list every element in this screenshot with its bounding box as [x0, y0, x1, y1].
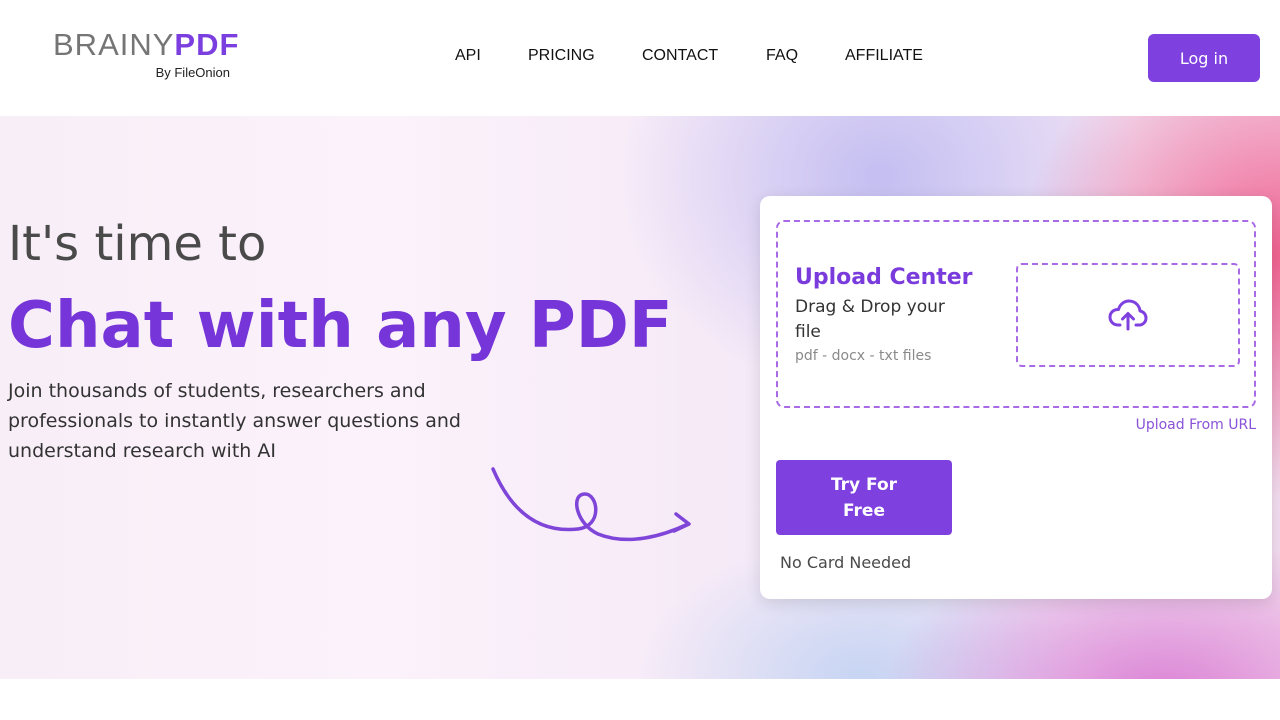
page-bottom [0, 679, 1280, 720]
hero-section: It's time to Chat with any PDF Join thou… [0, 116, 1280, 679]
no-card-needed-note: No Card Needed [780, 553, 912, 572]
hero-title: Chat with any PDF [8, 289, 673, 363]
nav-link-affiliate[interactable]: AFFILIATE [845, 47, 923, 65]
upload-card: Upload Center Drag & Drop your file pdf … [760, 196, 1272, 599]
supported-file-types: pdf - docx - txt files [795, 348, 932, 364]
nav-link-contact[interactable]: CONTACT [642, 47, 718, 65]
logo-byline: By FileOnion [155, 65, 230, 80]
upload-center-title: Upload Center [795, 265, 973, 290]
upload-from-url-link[interactable]: Upload From URL [1136, 417, 1256, 433]
file-upload-target[interactable] [1016, 263, 1240, 367]
cloud-upload-icon [1108, 299, 1148, 331]
drop-zone[interactable]: Upload Center Drag & Drop your file pdf … [776, 220, 1256, 408]
nav-link-faq[interactable]: FAQ [766, 47, 798, 65]
logo-pdf-text: PDF [174, 27, 240, 62]
hero-description: Join thousands of students, researchers … [8, 380, 461, 462]
upload-instructions: Drag & Drop your file [795, 297, 945, 342]
nav-link-pricing[interactable]: PRICING [528, 47, 595, 65]
try-for-free-button[interactable]: Try For Free [776, 460, 952, 535]
hero-pre-title: It's time to [8, 216, 267, 272]
login-button[interactable]: Log in [1148, 34, 1260, 82]
logo-wordmark: BRAINYPDF [53, 28, 239, 62]
site-header: BRAINYPDF By FileOnion API PRICING CONTA… [0, 0, 1280, 116]
brand-logo[interactable]: BRAINYPDF By FileOnion [53, 28, 238, 84]
nav-link-api[interactable]: API [455, 47, 481, 65]
curly-arrow-icon [491, 467, 691, 542]
logo-brainy-text: BRAINY [53, 27, 175, 62]
